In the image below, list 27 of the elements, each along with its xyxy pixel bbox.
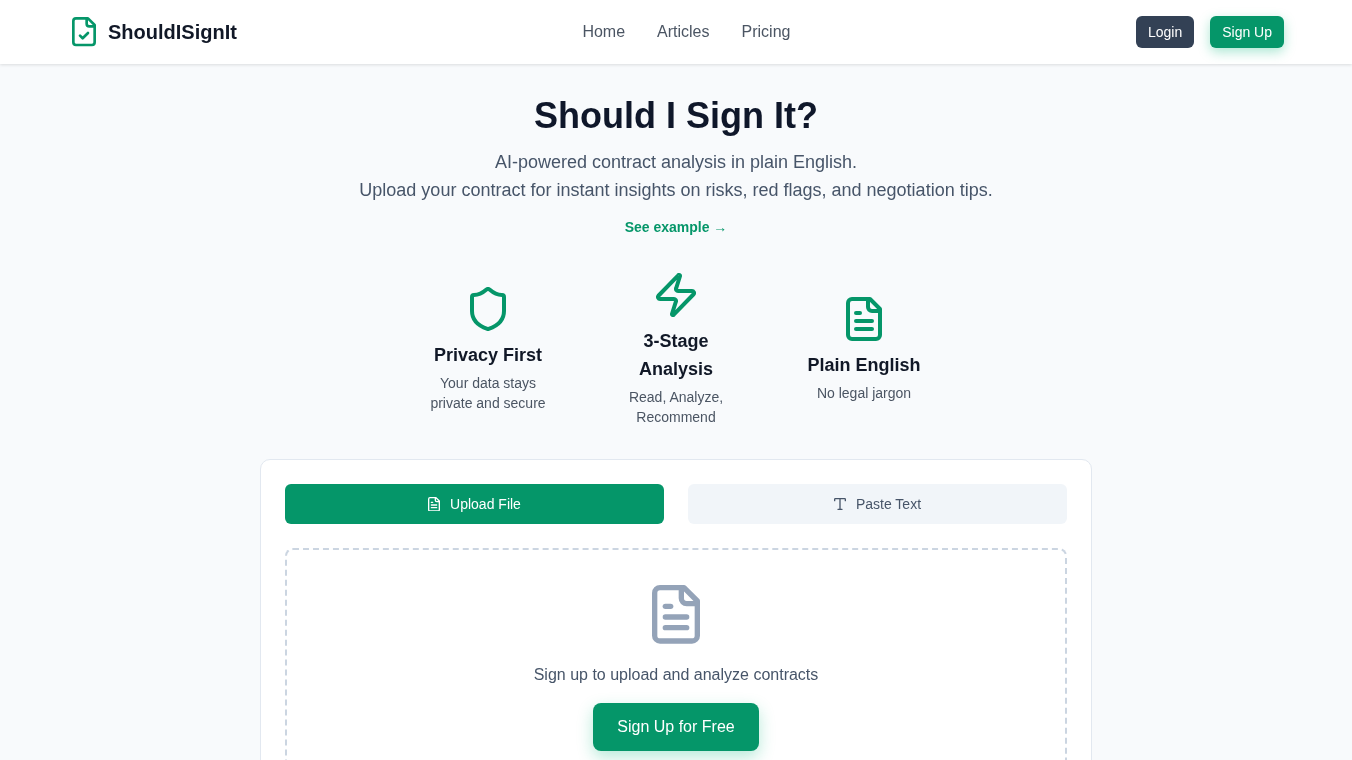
lightning-bolt-icon — [656, 273, 696, 317]
drop-zone[interactable]: Sign up to upload and analyze contracts Sign Up for Free — [285, 548, 1067, 760]
brand-name: ShouldISignIt — [108, 20, 237, 45]
page-title: Should I Sign It? — [534, 96, 818, 136]
feature-title: Privacy First — [433, 344, 543, 367]
feature-description: Your data stays private and secure — [429, 374, 547, 413]
mode-tab[interactable]: Paste Text — [688, 484, 1067, 524]
document-icon — [846, 297, 882, 341]
see-example-link[interactable]: See example → — [624, 217, 728, 237]
nav-link[interactable]: Pricing — [741, 20, 791, 44]
document-icon — [428, 496, 441, 512]
sign-up-button[interactable]: Sign Up — [1210, 16, 1284, 48]
shield-icon — [470, 287, 506, 331]
nav-link[interactable]: Home — [582, 20, 626, 44]
document-icon — [652, 585, 700, 644]
nav-link[interactable]: Articles — [657, 20, 710, 44]
login-button[interactable]: Login — [1135, 16, 1195, 48]
feature-title: Plain English — [807, 354, 921, 377]
text-icon — [833, 498, 846, 510]
upload-message: Sign up to upload and analyze contracts — [533, 664, 819, 685]
hero-subtitle: AI-powered contract analysis in plain English. Upload your contract for instant insights on risks, red flags, and negotiation tips. — [359, 151, 993, 202]
sign-up-free-button[interactable]: Sign Up for Free — [593, 702, 759, 751]
feature-title: 3-Stage Analysis — [637, 330, 714, 381]
feature-description: Read, Analyze, Recommend — [627, 388, 725, 427]
mode-tab[interactable]: Upload File — [285, 484, 664, 524]
file-check-icon — [72, 17, 96, 47]
feature-description: No legal jargon — [816, 384, 912, 403]
